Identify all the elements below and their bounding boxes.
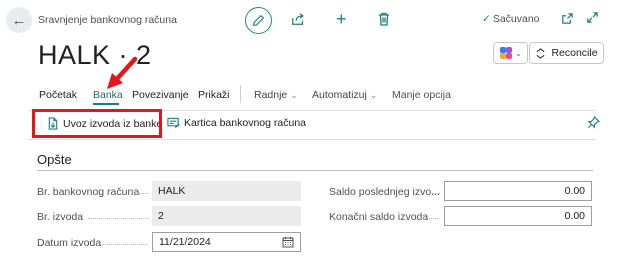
expand-icon (587, 12, 598, 23)
back-button[interactable]: ← (6, 7, 32, 33)
last-statement-balance-label: Saldo poslednjeg izvo... (329, 186, 440, 198)
saved-status-label: Sačuvano (492, 13, 540, 25)
menu-radnje-label: Radnje (254, 89, 288, 101)
label-leader (432, 193, 440, 194)
section-title[interactable]: Opšte (37, 152, 72, 167)
annotation-arrow-icon (107, 56, 138, 89)
menu-divider (240, 85, 241, 103)
active-tab-indicator (93, 103, 119, 105)
statement-date-value: 11/21/2024 (159, 236, 211, 248)
pencil-icon (253, 15, 264, 26)
reconcile-icon (536, 47, 545, 59)
label-leader (101, 244, 148, 245)
check-icon: ✓ (482, 13, 491, 25)
chevron-down-icon: ⌄ (515, 48, 522, 58)
menu-radnje[interactable]: Radnje ⌄ (254, 89, 298, 101)
plus-icon: + (336, 9, 347, 29)
fewer-options-link[interactable]: Manje opcija (392, 89, 451, 101)
edit-button[interactable] (245, 7, 272, 34)
breadcrumb: Sravnjenje bankovnog računa (38, 14, 177, 26)
ending-balance-label: Konačni saldo izvoda (329, 211, 429, 223)
label-leader (134, 193, 148, 194)
bank-account-no-label: Br. bankovnog računa (37, 186, 140, 198)
bank-account-no-field: HALK (152, 181, 301, 201)
annotation-highlight-box (32, 109, 162, 138)
open-new-window-button[interactable] (561, 12, 574, 25)
label-leader (421, 218, 440, 219)
pin-actions-button[interactable] (587, 116, 600, 129)
statement-date-label: Datum izvoda (37, 237, 102, 249)
open-new-window-icon (562, 13, 573, 24)
copilot-icon (500, 47, 513, 59)
new-button[interactable]: + (336, 9, 347, 30)
divider (28, 139, 596, 140)
copilot-button[interactable]: ⌄ (493, 42, 528, 64)
reconcile-label: Reconcile (551, 47, 598, 59)
expand-button[interactable] (586, 11, 599, 24)
bank-account-card-button[interactable]: Kartica bankovnog računa (167, 117, 306, 129)
label-leader (88, 218, 148, 219)
card-icon (167, 117, 180, 129)
reconcile-button[interactable]: Reconcile (529, 42, 604, 64)
section-divider (37, 170, 593, 171)
last-statement-balance-field[interactable]: 0.00 (444, 181, 592, 201)
pin-icon (587, 116, 600, 129)
bank-account-card-label: Kartica bankovnog računa (184, 117, 306, 129)
chevron-down-icon: ⌄ (369, 90, 378, 100)
tab-prikazi[interactable]: Prikaži (198, 89, 230, 101)
share-icon (292, 13, 304, 25)
share-button[interactable] (291, 12, 305, 26)
arrow-left-icon: ← (11, 11, 27, 29)
ending-balance-field[interactable]: 0.00 (444, 206, 592, 226)
statement-no-field: 2 (152, 206, 301, 226)
tab-povezivanje[interactable]: Povezivanje (132, 89, 189, 101)
menu-automatizuj[interactable]: Automatizuj ⌄ (312, 89, 377, 101)
delete-button[interactable] (378, 12, 390, 26)
menu-automatizuj-label: Automatizuj (312, 89, 367, 101)
statement-date-field[interactable]: 11/21/2024 (152, 232, 301, 252)
trash-icon (379, 12, 389, 26)
tab-pocetak[interactable]: Početak (39, 89, 77, 101)
calendar-icon[interactable] (282, 236, 294, 248)
saved-status: ✓ Sačuvano (482, 13, 540, 25)
chevron-down-icon: ⌄ (290, 90, 298, 100)
statement-no-label: Br. izvoda (37, 211, 84, 223)
